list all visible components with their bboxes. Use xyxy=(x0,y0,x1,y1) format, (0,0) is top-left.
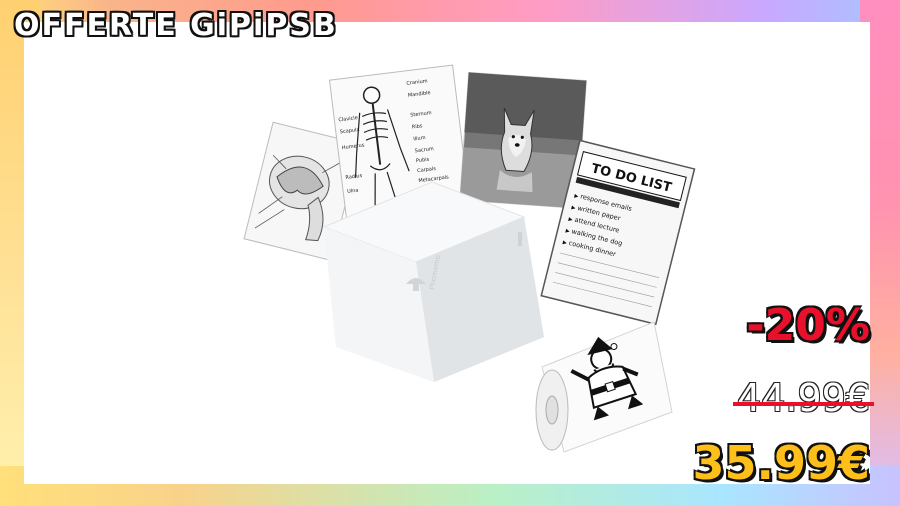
old-price-value: 44.99€ xyxy=(737,376,870,420)
new-price: 35.99€ xyxy=(692,436,870,490)
paper-roll xyxy=(535,321,673,453)
banner-title: OFFERTE GiPiPSB xyxy=(14,8,338,43)
price-strikethrough xyxy=(733,402,874,406)
discount-badge: -20% xyxy=(746,300,870,351)
old-price: 44.99€ xyxy=(733,376,874,420)
